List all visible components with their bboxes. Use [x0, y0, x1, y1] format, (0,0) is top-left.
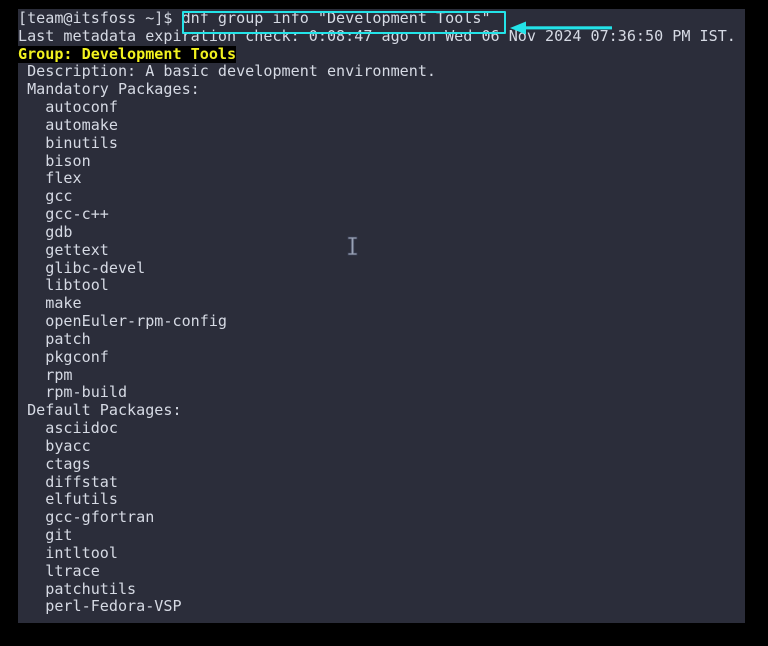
package-list-item: elfutils	[18, 490, 118, 509]
package-list-item: asciidoc	[18, 419, 118, 438]
package-list-item: perl-Fedora-VSP	[18, 597, 182, 616]
group-name-line: Group: Development Tools	[18, 44, 745, 64]
package-list-item: bison	[18, 151, 91, 170]
package-list-item: ctags	[18, 454, 91, 473]
shell-prompt: [team@itsfoss ~]$	[18, 9, 182, 27]
package-list-item: openEuler-rpm-config	[18, 312, 228, 331]
description-line: Description: A basic development environ…	[18, 62, 437, 81]
terminal-output: [team@itsfoss ~]$ dnf group info "Develo…	[18, 9, 745, 616]
package-list-item: autoconf	[18, 98, 118, 117]
package-list-item: git	[18, 526, 73, 545]
package-list-item: binutils	[18, 133, 118, 152]
package-list-item: diffstat	[18, 472, 118, 491]
default-packages-header: Default Packages:	[18, 401, 182, 420]
metadata-expiration-line: Last metadata expiration check: 0:08:47 …	[18, 26, 736, 45]
package-list-item: intltool	[18, 543, 118, 562]
package-list-item: patch	[18, 329, 91, 348]
package-list-item: pkgconf	[18, 347, 109, 366]
package-list-item: gcc-c++	[18, 205, 109, 224]
terminal-screenshot: [team@itsfoss ~]$ dnf group info "Develo…	[0, 0, 768, 646]
package-list-item: flex	[18, 169, 82, 188]
package-list-item: gcc-gfortran	[18, 508, 155, 527]
package-list-item: gettext	[18, 240, 109, 259]
package-list-item: rpm	[18, 365, 73, 384]
package-list-item: rpm-build	[18, 383, 128, 402]
group-name-highlight: Group: Development Tools	[18, 44, 237, 64]
package-list-item: glibc-devel	[18, 258, 146, 277]
package-list-item: make	[18, 294, 82, 313]
package-list-item: gdb	[18, 222, 73, 241]
package-list-item: patchutils	[18, 579, 137, 598]
prompt-line[interactable]: [team@itsfoss ~]$ dnf group info "Develo…	[18, 9, 745, 28]
package-list-item: gcc	[18, 187, 73, 206]
terminal-window[interactable]: [team@itsfoss ~]$ dnf group info "Develo…	[18, 9, 745, 623]
typed-command[interactable]: dnf group info "Development Tools"	[182, 9, 491, 27]
package-list-item: automake	[18, 115, 118, 134]
mandatory-packages-header: Mandatory Packages:	[18, 80, 200, 99]
package-list-item: byacc	[18, 436, 91, 455]
package-list-item: ltrace	[18, 561, 100, 580]
package-list-item: libtool	[18, 276, 109, 295]
